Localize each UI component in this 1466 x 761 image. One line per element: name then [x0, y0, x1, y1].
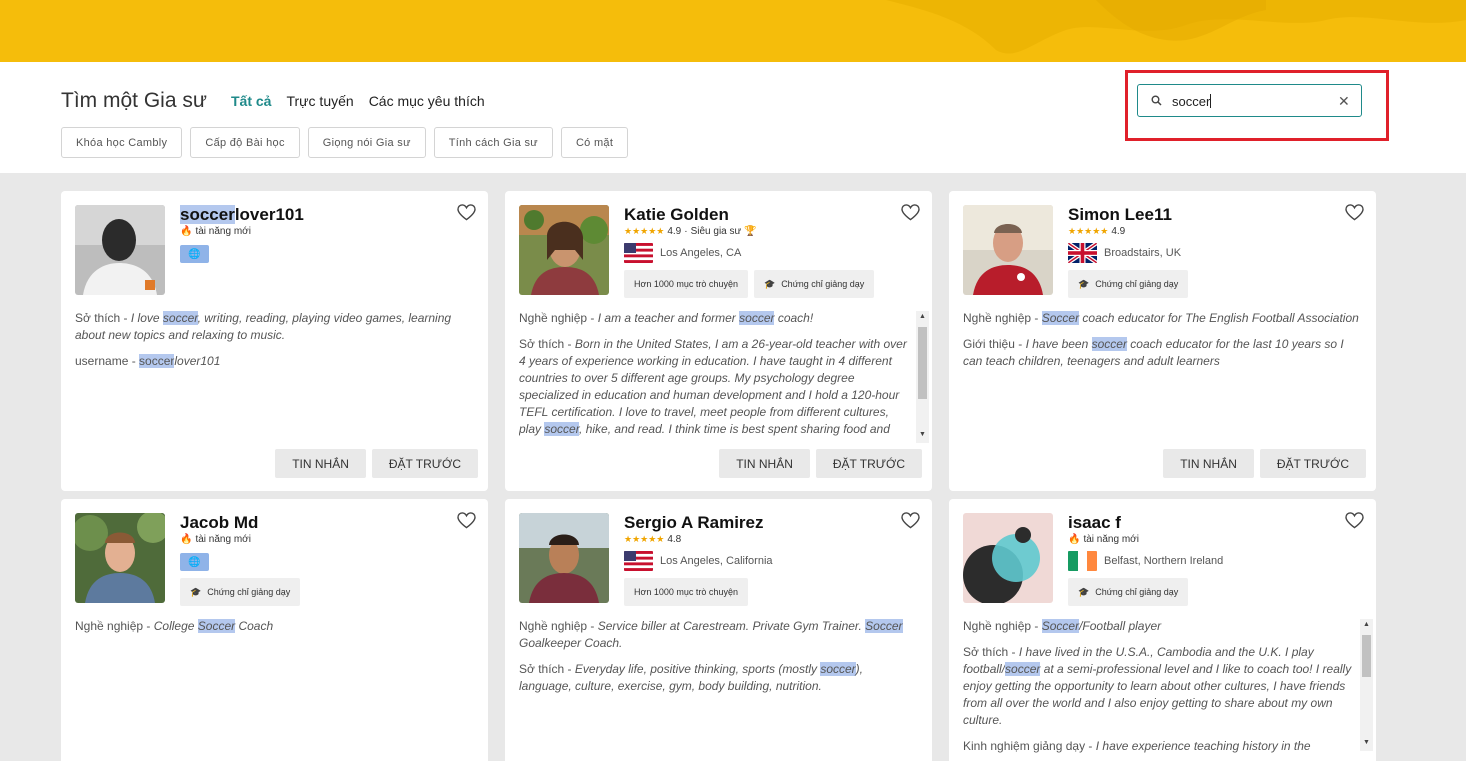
- heart-icon[interactable]: [901, 204, 920, 221]
- fire-icon: 🔥: [180, 226, 193, 237]
- avatar: [963, 513, 1053, 603]
- tutor-card[interactable]: Sergio A Ramirez ★★★★★ 4.8 Los Angeles, C…: [505, 499, 932, 761]
- search-value[interactable]: soccer: [1172, 94, 1212, 109]
- tutor-location: Los Angeles, CA: [624, 243, 741, 263]
- tutor-card[interactable]: isaac f 🔥 tài năng mới Belfast, Northern …: [949, 499, 1376, 761]
- tutor-name[interactable]: Simon Lee11: [1068, 205, 1172, 225]
- graduation-cap-icon: 🎓: [1078, 278, 1090, 289]
- tutor-description: Nghề nghiệp - Soccer/Football player Sở …: [963, 619, 1352, 753]
- tutor-card[interactable]: Simon Lee11 ★★★★★ 4.9 Broadstairs, UK 🎓 Ch…: [949, 191, 1376, 491]
- search-header: Tìm một Gia sư Tất cả Trực tuyến Các mục…: [0, 62, 1466, 173]
- book-button[interactable]: ĐẶT TRƯỚC: [371, 449, 478, 478]
- avatar: [519, 513, 609, 603]
- tutor-location: Broadstairs, UK: [1068, 243, 1181, 263]
- filter-available[interactable]: Có mặt: [560, 127, 629, 158]
- heart-icon[interactable]: [457, 512, 476, 529]
- tutor-name[interactable]: soccerlover101: [180, 205, 304, 225]
- top-banner: [0, 0, 1466, 62]
- tutor-name[interactable]: Katie Golden: [624, 205, 729, 225]
- description-scrollbar[interactable]: ▲ ▼: [916, 311, 929, 443]
- graduation-cap-icon: 🎓: [763, 278, 776, 289]
- heart-icon[interactable]: [1345, 512, 1364, 529]
- us-flag-icon: [624, 551, 653, 571]
- avatar: [963, 205, 1053, 295]
- new-talent-badge: 🔥 tài năng mới: [1068, 534, 1139, 545]
- filter-tutor-accent[interactable]: Giọng nói Gia sư: [307, 127, 426, 158]
- new-talent-badge: 🔥 tài năng mới: [180, 534, 251, 545]
- ireland-flag-icon: [1068, 551, 1097, 571]
- globe-icon: 🌐: [180, 245, 209, 263]
- tutor-description: Nghề nghiệp - College Soccer Coach: [75, 619, 274, 633]
- tutor-location: Los Angeles, California: [624, 551, 773, 571]
- filter-tutor-personality[interactable]: Tính cách Gia sư: [433, 127, 553, 158]
- trophy-icon: 🏆: [744, 226, 757, 237]
- tutor-location: Belfast, Northern Ireland: [1068, 551, 1223, 571]
- tab-online[interactable]: Trực tuyến: [286, 93, 353, 109]
- tab-all[interactable]: Tất cả: [231, 93, 271, 109]
- fire-icon: 🔥: [180, 534, 193, 545]
- tutor-name[interactable]: isaac f: [1068, 513, 1121, 533]
- search-icon: [1151, 95, 1162, 106]
- certificate-badge: 🎓 Chứng chỉ giảng dạy: [180, 578, 301, 606]
- avatar: [75, 205, 165, 295]
- filter-lesson-level[interactable]: Cấp độ Bài học: [190, 127, 300, 158]
- tutor-name[interactable]: Sergio A Ramirez: [624, 513, 764, 533]
- rating: ★★★★★ 4.9 · Siêu gia sư 🏆: [624, 226, 757, 237]
- graduation-cap-icon: 🎓: [190, 586, 202, 597]
- filter-cambly-courses[interactable]: Khóa học Cambly: [61, 127, 183, 158]
- uk-flag-icon: [1068, 243, 1097, 263]
- book-button[interactable]: ĐẶT TRƯỚC: [1259, 449, 1366, 478]
- book-button[interactable]: ĐẶT TRƯỚC: [815, 449, 922, 478]
- tutor-card[interactable]: Jacob Md 🔥 tài năng mới 🌐 🎓 Chứng chỉ giản…: [61, 499, 488, 761]
- chats-badge: Hơn 1000 mục trò chuyện: [624, 270, 748, 298]
- rating: ★★★★★ 4.8: [624, 534, 682, 545]
- avatar: [75, 513, 165, 603]
- avatar: [519, 205, 609, 295]
- description-scrollbar[interactable]: ▲ ▼: [1360, 619, 1373, 751]
- certificate-badge: 🎓 Chứng chỉ giảng dạy: [1068, 578, 1189, 606]
- fire-icon: 🔥: [1068, 534, 1081, 545]
- world-map-decoration: [886, 0, 1466, 54]
- certificate-badge: 🎓 Chứng chỉ giảng dạy: [753, 270, 875, 298]
- tutor-description: Nghề nghiệp - Soccer coach educator for …: [963, 311, 1359, 368]
- search-input[interactable]: soccer ✕: [1137, 84, 1362, 117]
- star-icon: ★★★★★: [1068, 226, 1109, 236]
- rating: ★★★★★ 4.9: [1068, 226, 1126, 237]
- heart-icon[interactable]: [457, 204, 476, 221]
- tutor-name[interactable]: Jacob Md: [180, 513, 258, 533]
- message-button[interactable]: TIN NHẮN: [275, 449, 366, 478]
- us-flag-icon: [624, 243, 653, 263]
- tabs: Tất cả Trực tuyến Các mục yêu thích: [231, 93, 485, 109]
- message-button[interactable]: TIN NHẮN: [719, 449, 810, 478]
- star-icon: ★★★★★: [624, 226, 665, 236]
- globe-icon: 🌐: [180, 553, 209, 571]
- new-talent-badge: 🔥 tài năng mới: [180, 226, 251, 237]
- tutor-description: Nghề nghiệp - Service biller at Carestre…: [519, 619, 903, 693]
- graduation-cap-icon: 🎓: [1078, 586, 1090, 597]
- close-icon[interactable]: ✕: [1338, 93, 1350, 110]
- tutor-card[interactable]: Katie Golden ★★★★★ 4.9 · Siêu gia sư 🏆 Los A…: [505, 191, 932, 491]
- message-button[interactable]: TIN NHẮN: [1163, 449, 1254, 478]
- tutor-description: Sở thích - I love soccer, writing, readi…: [75, 311, 452, 368]
- tutor-card[interactable]: soccerlover101 🔥 tài năng mới 🌐 Sở thích …: [61, 191, 488, 491]
- star-icon: ★★★★★: [624, 534, 665, 544]
- tab-favorites[interactable]: Các mục yêu thích: [369, 93, 485, 109]
- page-title: Tìm một Gia sư: [61, 89, 207, 112]
- tutor-description: Nghề nghiệp - I am a teacher and former …: [519, 311, 907, 436]
- heart-icon[interactable]: [901, 512, 920, 529]
- filter-bar: Khóa học Cambly Cấp độ Bài học Giọng nói…: [61, 127, 629, 158]
- heart-icon[interactable]: [1345, 204, 1364, 221]
- chats-badge: Hơn 1000 mục trò chuyện: [624, 578, 748, 606]
- certificate-badge: 🎓 Chứng chỉ giảng dạy: [1068, 270, 1189, 298]
